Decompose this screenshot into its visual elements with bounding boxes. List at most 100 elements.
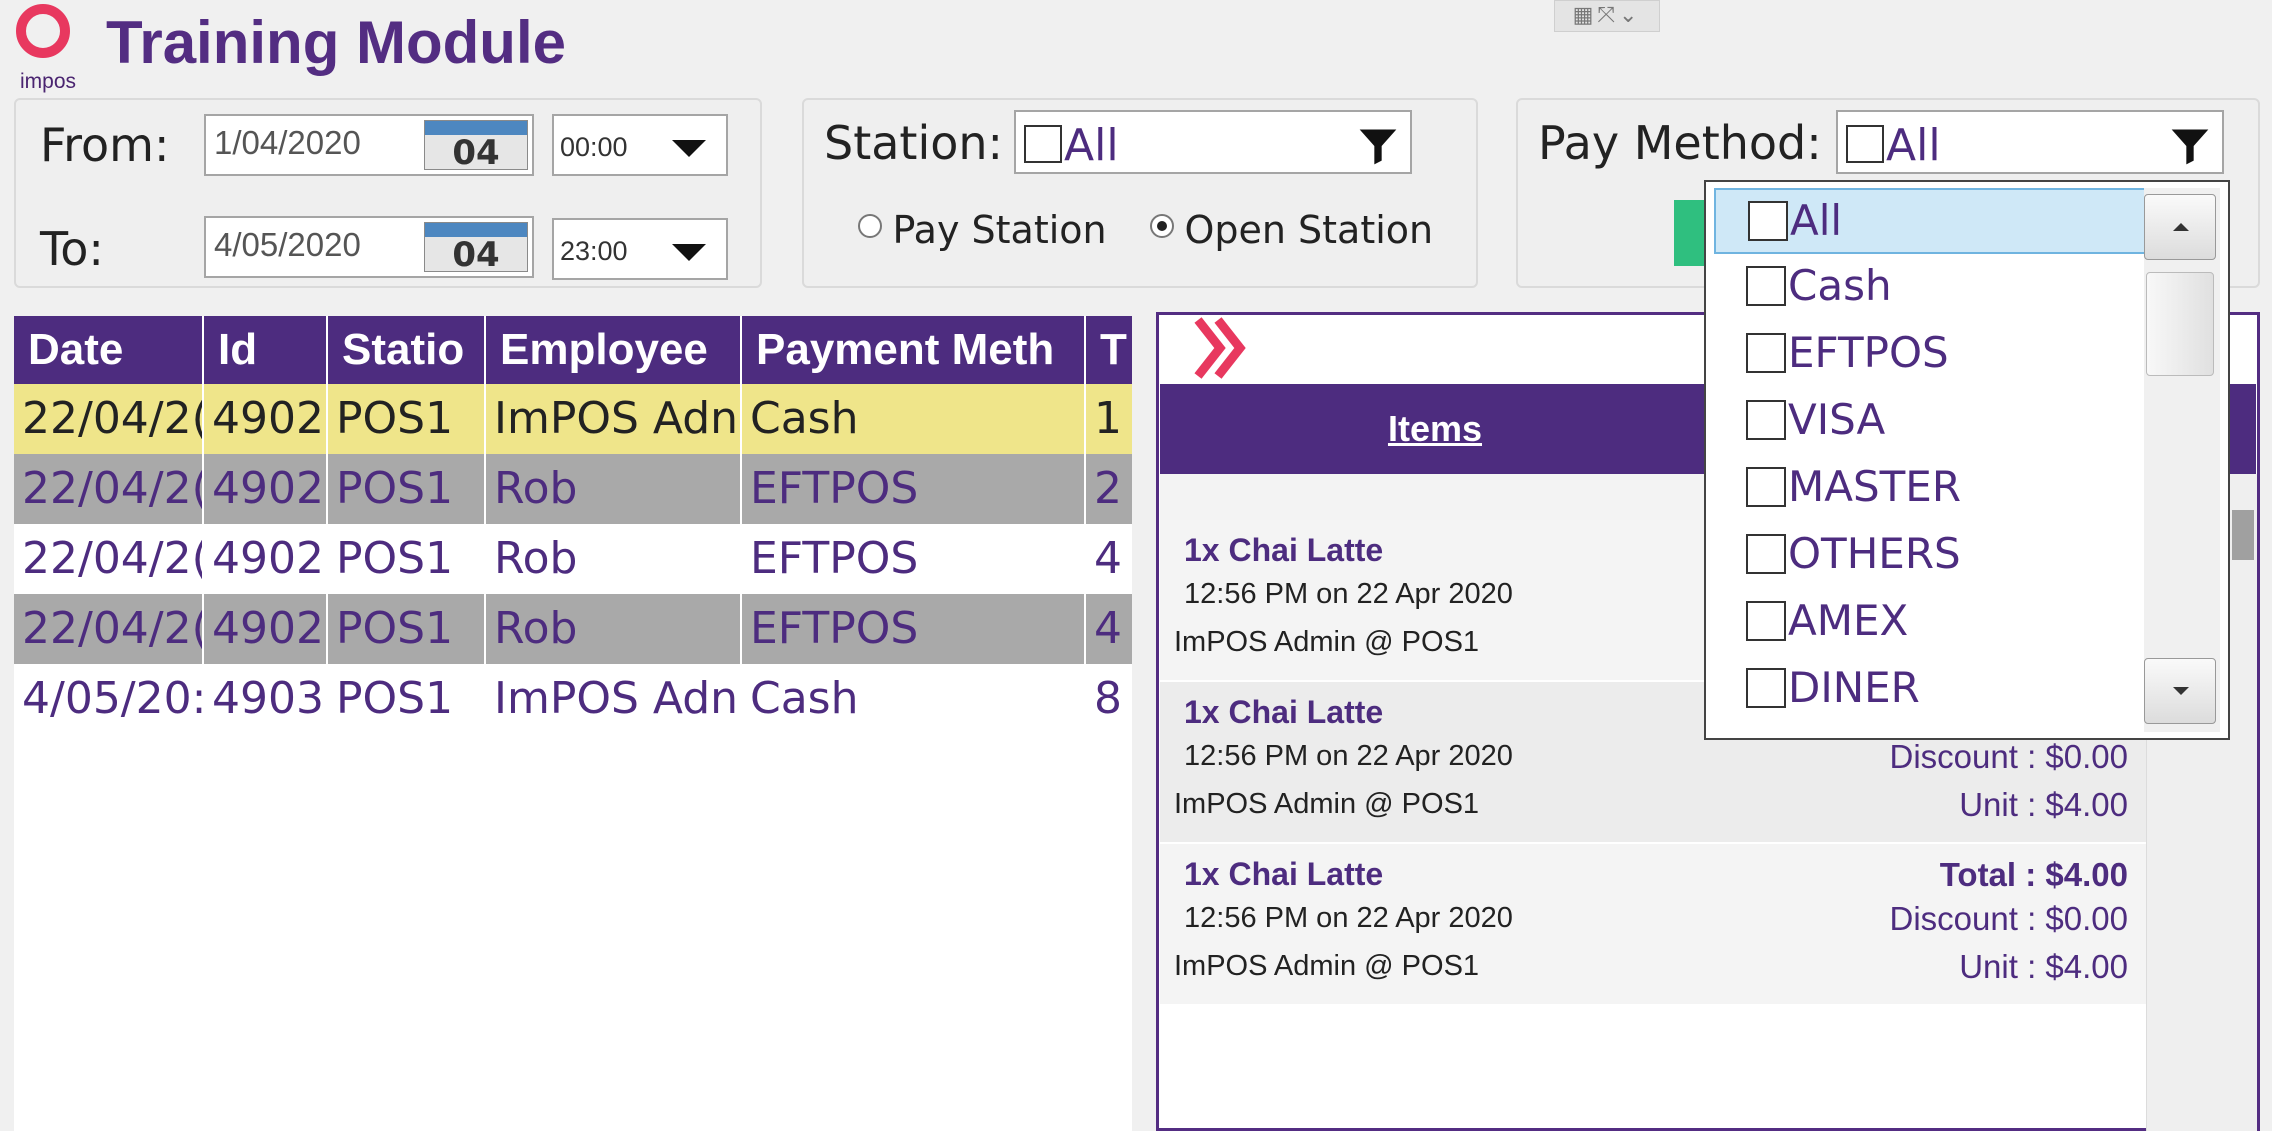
cell-station: POS1 [328,664,486,734]
cell-date: 22/04/2( [14,524,204,594]
cell-id: 4902! [204,454,328,524]
item-name: 1x Chai Latte [1184,694,1384,730]
scroll-up-button[interactable] [2144,194,2216,260]
cell-payment: EFTPOS [742,454,1086,524]
cell-date: 22/04/2( [14,384,204,454]
impos-logo: impos [12,4,84,94]
radio-icon[interactable] [858,214,882,238]
from-cal-day: 04 [452,133,500,173]
pay-option-amex[interactable]: AMEX [1714,590,2152,656]
item-time: 12:56 PM on 22 Apr 2020 [1184,740,1513,772]
col-employee[interactable]: Employee [486,316,742,384]
grid-empty-area [14,730,1132,1131]
checkbox-icon[interactable] [1746,399,1786,440]
checkbox-icon[interactable] [1748,200,1788,241]
table-row[interactable]: 22/04/2(4902!POS1RobEFTPOS2 [14,454,1132,524]
item-card[interactable]: 1x Chai Latte 12:56 PM on 22 Apr 2020 Im… [1160,844,2146,1004]
cell-date: 22/04/2( [14,594,204,664]
cell-employee: ImPOS Adn [486,664,742,734]
cell-payment: EFTPOS [742,594,1086,664]
scroll-down-button[interactable] [2144,658,2216,724]
col-date[interactable]: Date [14,316,204,384]
item-time: 12:56 PM on 22 Apr 2020 [1184,902,1513,934]
expand-icon[interactable]: ⤧ [1597,2,1619,27]
window-controls[interactable]: ▦⤧⌄ [1554,0,1660,32]
col-id[interactable]: Id [204,316,328,384]
station-value: All [1064,120,1119,171]
pay-method-combo[interactable]: All [1836,110,2224,174]
filter-icon[interactable] [1356,124,1400,168]
col-payment-method[interactable]: Payment Meth [742,316,1086,384]
table-row[interactable]: 22/04/2(4902!POS1ImPOS AdnCash1 [14,384,1132,454]
item-name: 1x Chai Latte [1184,856,1384,892]
checkbox-icon[interactable] [1746,466,1786,507]
checkbox-icon[interactable] [1746,332,1786,373]
table-row[interactable]: 22/04/2(4902!POS1RobEFTPOS4 [14,594,1132,664]
pay-option-diner[interactable]: DINER [1714,657,2152,723]
from-calendar-button[interactable]: 04 [424,120,528,173]
item-employee: ImPOS Admin @ POS1 [1174,950,1480,982]
checkbox-icon[interactable] [1746,600,1786,641]
dropdown-scrollbar[interactable] [2144,188,2220,732]
grid-header: Date Id Statio Employee Payment Meth T [14,316,1132,384]
apply-button[interactable] [1674,200,1708,266]
pay-option-label: MASTER [1788,462,1962,511]
checkbox-icon [1024,125,1062,163]
table-row[interactable]: 22/04/2(4902!POS1RobEFTPOS4 [14,524,1132,594]
to-time-value: 23:00 [560,236,628,266]
checkbox-icon[interactable] [1746,667,1786,708]
dropdown-scroll-thumb[interactable] [2146,272,2214,376]
open-station-label: Open Station [1184,208,1434,252]
pay-option-others[interactable]: OTHERS [1714,523,2152,589]
radio-selected-icon[interactable] [1150,214,1174,238]
to-date-picker[interactable]: 4/05/2020 04 [204,216,534,278]
items-tab[interactable]: Items [1160,384,1710,474]
cell-station: POS1 [328,524,486,594]
to-calendar-button[interactable]: 04 [424,222,528,275]
items-scrollbar-thumb[interactable] [2232,510,2254,560]
cell-id: 4902! [204,524,328,594]
pay-option-eftpos[interactable]: EFTPOS [1714,322,2152,388]
from-time-select[interactable]: 00:00 [552,114,728,176]
cell-total: 1 [1094,393,1122,444]
col-total[interactable]: T [1086,316,1132,384]
open-station-radio[interactable]: Open Station [1150,208,1433,258]
arrow-up-icon [2173,223,2189,231]
pay-option-label: Cash [1788,261,1892,310]
cell-station: POS1 [328,384,486,454]
filter-icon[interactable] [2168,124,2212,168]
pay-option-label: OTHERS [1788,529,1961,578]
checkbox-icon[interactable] [1746,533,1786,574]
pay-option-label: DINER [1788,663,1920,712]
from-date-picker[interactable]: 1/04/2020 04 [204,114,534,176]
arrow-down-icon [2173,687,2189,695]
cell-employee: Rob [486,454,742,524]
to-time-select[interactable]: 23:00 [552,218,728,280]
col-station[interactable]: Statio [328,316,486,384]
cell-total: 2 [1094,463,1122,514]
chevron-down-icon [672,140,706,157]
cell-id: 4902! [204,594,328,664]
pay-method-label: Pay Method: [1538,116,1822,170]
table-row[interactable]: 4/05/20:4903(POS1ImPOS AdnCash8 [14,664,1132,734]
double-chevron-right-icon[interactable] [1192,316,1256,380]
station-label: Station: [824,116,1004,170]
cell-employee: ImPOS Adn [486,384,742,454]
grid-icon[interactable]: ▦ [1573,2,1598,27]
station-combo[interactable]: All [1014,110,1412,174]
cell-payment: Cash [742,664,1086,734]
cell-date: 4/05/20: [14,664,204,734]
pay-option-label: EFTPOS [1788,328,1949,377]
checkbox-icon[interactable] [1746,265,1786,306]
pay-option-cash[interactable]: Cash [1714,255,2152,321]
to-date-value: 4/05/2020 [214,226,361,263]
pay-option-visa[interactable]: VISA [1714,389,2152,455]
chevron-down-icon[interactable]: ⌄ [1619,2,1641,27]
pay-option-master[interactable]: MASTER [1714,456,2152,522]
pay-option-all[interactable]: All [1714,188,2152,254]
pay-station-radio[interactable]: Pay Station [858,208,1107,258]
item-unit: Unit : $4.00 [1959,786,2128,823]
cell-total: 4 [1094,533,1122,584]
cell-employee: Rob [486,594,742,664]
checkbox-icon [1846,125,1884,163]
